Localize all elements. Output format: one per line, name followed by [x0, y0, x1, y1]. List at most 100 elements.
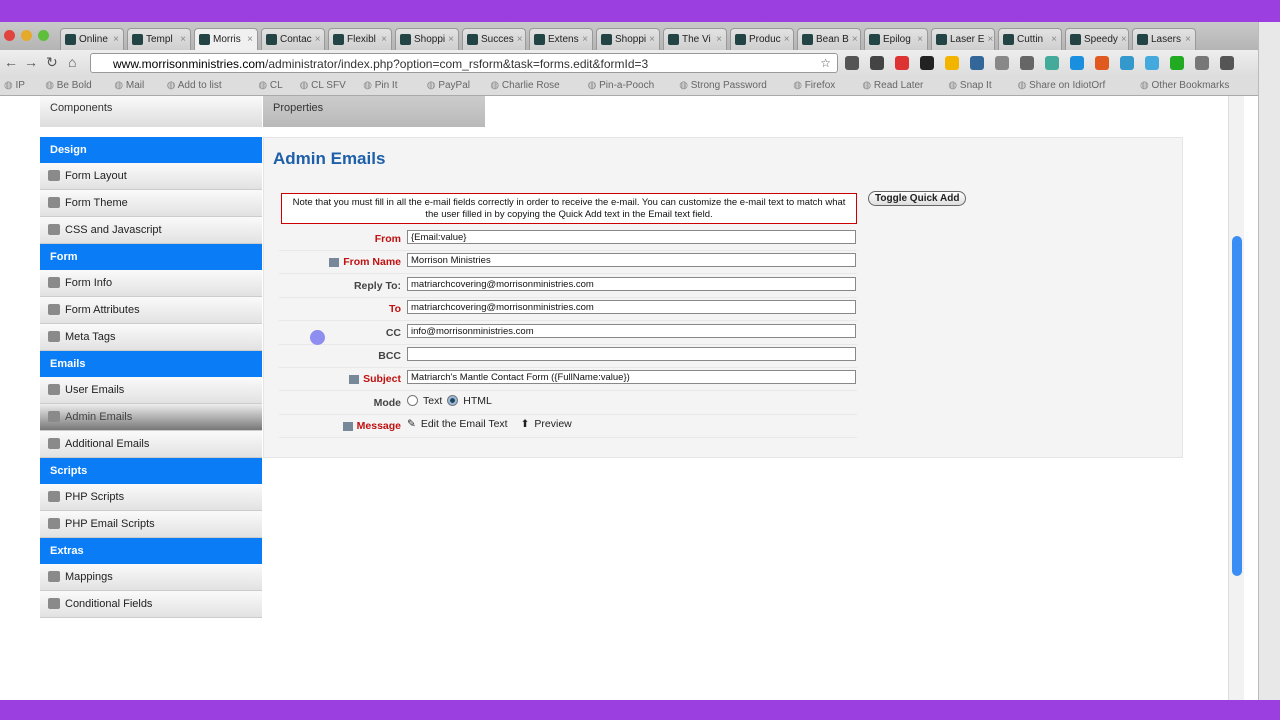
- close-tab-icon[interactable]: ×: [113, 34, 119, 50]
- back-button[interactable]: ←: [4, 54, 18, 70]
- sidebar-item-form-layout[interactable]: Form Layout: [40, 163, 262, 190]
- close-tab-icon[interactable]: ×: [716, 34, 722, 50]
- sidebar-item-css-and-javascript[interactable]: CSS and Javascript: [40, 217, 262, 244]
- tab-16[interactable]: Lasers ×: [1132, 28, 1196, 50]
- reload-button[interactable]: ↻: [46, 54, 58, 71]
- close-tab-icon[interactable]: ×: [381, 34, 387, 50]
- sidebar-item-mappings[interactable]: Mappings: [40, 564, 262, 591]
- tab-12[interactable]: Epilog ×: [864, 28, 928, 50]
- address-bar[interactable]: www.morrisonministries.com/administrator…: [90, 53, 838, 73]
- page-scrollbar[interactable]: [1228, 96, 1244, 700]
- tab-5[interactable]: Shoppi ×: [395, 28, 459, 50]
- sidebar-item-form-attributes[interactable]: Form Attributes: [40, 297, 262, 324]
- bookmark-item[interactable]: CL SFV: [300, 80, 346, 91]
- tab-10[interactable]: Produc ×: [730, 28, 794, 50]
- sidebar-item-conditional-fields[interactable]: Conditional Fields: [40, 591, 262, 618]
- star-icon[interactable]: ☆: [820, 56, 831, 70]
- close-tab-icon[interactable]: ×: [1121, 34, 1127, 50]
- tab-2[interactable]: Morris ×: [194, 28, 258, 50]
- extension-icon[interactable]: [920, 56, 934, 70]
- quick-add-icon[interactable]: [349, 374, 360, 384]
- extension-icon[interactable]: [870, 56, 884, 70]
- toggle-quick-add-button[interactable]: Toggle Quick Add: [868, 191, 967, 206]
- quick-add-icon[interactable]: [329, 257, 340, 267]
- extension-icon[interactable]: [895, 56, 909, 70]
- close-tab-icon[interactable]: ×: [784, 34, 790, 50]
- extension-icon[interactable]: [1220, 56, 1234, 70]
- tab-13[interactable]: Laser E ×: [931, 28, 995, 50]
- sidebar-item-php-email-scripts[interactable]: PHP Email Scripts: [40, 511, 262, 538]
- window-scrollbar[interactable]: [1258, 22, 1280, 700]
- close-window-button[interactable]: [4, 30, 15, 41]
- from-name-input[interactable]: Morrison Ministries: [407, 253, 856, 268]
- extension-icon[interactable]: [970, 56, 984, 70]
- bookmark-item[interactable]: Snap It: [948, 80, 992, 91]
- close-tab-icon[interactable]: ×: [582, 34, 588, 50]
- tab-14[interactable]: Cuttin ×: [998, 28, 1062, 50]
- from-input[interactable]: {Email:value}: [407, 230, 856, 244]
- radio-text[interactable]: [407, 395, 418, 407]
- bookmark-item[interactable]: CL: [258, 80, 283, 91]
- extension-icon[interactable]: [995, 56, 1009, 70]
- close-tab-icon[interactable]: ×: [1185, 34, 1191, 50]
- quick-add-icon[interactable]: [342, 421, 353, 431]
- home-button[interactable]: ⌂: [68, 54, 76, 70]
- other-bookmarks[interactable]: Other Bookmarks: [1140, 80, 1230, 91]
- sidebar-item-additional-emails[interactable]: Additional Emails: [40, 431, 262, 458]
- preview-link[interactable]: Preview: [534, 418, 571, 430]
- subject-input[interactable]: Matriarch's Mantle Contact Form ({FullNa…: [407, 370, 856, 385]
- tab-components[interactable]: Components: [40, 96, 262, 127]
- tab-3[interactable]: Contac ×: [261, 28, 325, 50]
- tab-15[interactable]: Speedy ×: [1065, 28, 1129, 50]
- extension-icon[interactable]: [1195, 56, 1209, 70]
- bookmark-item[interactable]: Strong Password: [679, 80, 767, 91]
- bookmark-item[interactable]: Firefox: [793, 80, 836, 91]
- extension-icon[interactable]: [1095, 56, 1109, 70]
- bookmark-item[interactable]: Read Later: [862, 80, 923, 91]
- bookmark-item[interactable]: Pin-a-Pooch: [588, 80, 654, 91]
- extension-icon[interactable]: [1045, 56, 1059, 70]
- close-tab-icon[interactable]: ×: [917, 34, 923, 50]
- cc-input[interactable]: info@morrisonministries.com: [407, 323, 856, 338]
- tab-6[interactable]: Succes ×: [462, 28, 526, 50]
- extension-icon[interactable]: [945, 56, 959, 70]
- extension-icon[interactable]: [1145, 56, 1159, 70]
- tab-8[interactable]: Shoppi ×: [596, 28, 660, 50]
- forward-button[interactable]: →: [24, 54, 38, 70]
- tab-11[interactable]: Bean B ×: [797, 28, 861, 50]
- close-tab-icon[interactable]: ×: [247, 34, 253, 50]
- tab-9[interactable]: The Vi ×: [663, 28, 727, 50]
- sidebar-item-user-emails[interactable]: User Emails: [40, 377, 262, 404]
- bcc-input[interactable]: [407, 347, 856, 361]
- bookmark-item[interactable]: Charlie Rose: [490, 80, 560, 91]
- zoom-window-button[interactable]: [38, 30, 49, 41]
- extension-icon[interactable]: [1070, 56, 1084, 70]
- close-tab-icon[interactable]: ×: [649, 34, 655, 50]
- close-tab-icon[interactable]: ×: [448, 34, 454, 50]
- scrollbar-thumb[interactable]: [1232, 236, 1242, 576]
- close-tab-icon[interactable]: ×: [987, 34, 993, 50]
- bookmark-item[interactable]: Pin It: [363, 80, 398, 91]
- extension-icon[interactable]: [1120, 56, 1134, 70]
- edit-email-text-link[interactable]: Edit the Email Text: [421, 418, 508, 430]
- minimize-window-button[interactable]: [21, 30, 32, 41]
- bookmark-item[interactable]: IP: [4, 80, 25, 91]
- sidebar-item-form-theme[interactable]: Form Theme: [40, 190, 262, 217]
- bookmark-item[interactable]: Add to list: [167, 80, 222, 91]
- tab-4[interactable]: Flexibl ×: [328, 28, 392, 50]
- close-tab-icon[interactable]: ×: [517, 34, 523, 50]
- extension-icon[interactable]: [1170, 56, 1184, 70]
- to-input[interactable]: matriarchcovering@morrisonministries.com: [407, 300, 856, 315]
- radio-html[interactable]: [447, 395, 459, 407]
- bookmark-item[interactable]: Share on IdiotOrf: [1018, 80, 1105, 91]
- close-tab-icon[interactable]: ×: [180, 34, 186, 50]
- bookmark-item[interactable]: PayPal: [427, 80, 470, 91]
- reply-to--input[interactable]: matriarchcovering@morrisonministries.com: [407, 276, 856, 291]
- close-tab-icon[interactable]: ×: [1051, 34, 1057, 50]
- sidebar-item-form-info[interactable]: Form Info: [40, 270, 262, 297]
- sidebar-item-php-scripts[interactable]: PHP Scripts: [40, 484, 262, 511]
- tab-1[interactable]: Templ ×: [127, 28, 191, 50]
- extension-icon[interactable]: [1020, 56, 1034, 70]
- extension-icon[interactable]: [845, 56, 859, 70]
- sidebar-item-admin-emails[interactable]: Admin Emails: [40, 404, 262, 431]
